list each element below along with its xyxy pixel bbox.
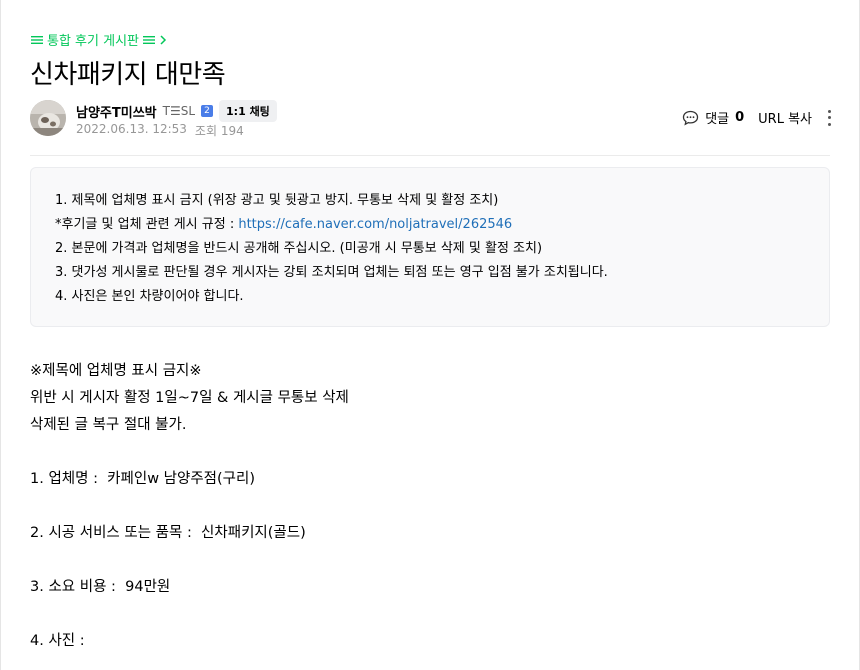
notice-line: *후기글 및 업체 관련 게시 규정 : https://cafe.naver.… xyxy=(55,213,805,237)
menu-icon xyxy=(31,35,43,44)
chat-button[interactable]: 1:1 채팅 xyxy=(219,100,277,122)
body-spacer xyxy=(30,439,349,466)
comment-button[interactable]: 댓글 0 xyxy=(682,108,744,127)
body-spacer xyxy=(30,493,349,520)
header-divider xyxy=(30,155,830,156)
comment-count: 0 xyxy=(735,110,745,125)
rules-link[interactable]: https://cafe.naver.com/noljatravel/26254… xyxy=(238,217,512,232)
view-count: 조회 194 xyxy=(194,124,244,138)
notice-line: 1. 제목에 업체명 표시 금지 (위장 광고 및 뒷광고 방지. 무통보 삭제… xyxy=(55,193,499,208)
notice-line: 4. 사진은 본인 차량이어야 합니다. xyxy=(55,289,244,304)
grade-badge: 2 xyxy=(201,105,214,117)
author-grade: T☰SL xyxy=(162,104,196,118)
body-line: 삭제된 글 복구 절대 불가. xyxy=(30,417,187,433)
body-line: 위반 시 게시자 활정 1일~7일 & 게시글 무통보 삭제 xyxy=(30,390,349,406)
body-spacer xyxy=(30,547,349,574)
comment-icon xyxy=(683,110,699,126)
body-line: 1. 업체명 : 카페인w 남양주점(구리) xyxy=(30,471,256,487)
page-title: 신차패키지 대만족 xyxy=(30,60,226,90)
avatar-image xyxy=(30,100,66,136)
comment-label: 댓글 xyxy=(705,112,730,127)
chevron-right-icon xyxy=(160,34,167,45)
body-line: 2. 시공 서비스 또는 품목 : 신차패키지(골드) xyxy=(30,525,306,541)
more-vertical-icon[interactable] xyxy=(826,109,832,126)
post-meta: 2022.06.13. 12:53 조회 194 xyxy=(76,122,244,139)
post-body: ※제목에 업체명 표시 금지※ 위반 시 게시자 활정 1일~7일 & 게시글 … xyxy=(30,358,349,655)
article-tools: 댓글 0 URL 복사 xyxy=(682,108,832,127)
body-line: 4. 사진 : xyxy=(30,633,85,649)
menu-icon xyxy=(143,35,155,44)
body-line: 3. 소요 비용 : 94만원 xyxy=(30,579,171,595)
notice-line: 3. 댓가성 게시물로 판단될 경우 게시자는 강퇴 조치되며 업체는 퇴점 또… xyxy=(55,265,608,280)
url-copy-button[interactable]: URL 복사 xyxy=(758,108,812,127)
board-link-label: 통합 후기 게시판 xyxy=(47,34,139,49)
notice-rule-label: *후기글 및 업체 관련 게시 규정 : xyxy=(55,217,239,232)
author-name[interactable]: 남양주T미쓰박 xyxy=(76,102,157,121)
avatar[interactable] xyxy=(30,100,66,136)
body-spacer xyxy=(30,601,349,628)
body-line: ※제목에 업체명 표시 금지※ xyxy=(30,363,202,379)
notice-line: 2. 본문에 가격과 업체명을 반드시 공개해 주십시오. (미공개 시 무통보… xyxy=(55,241,543,256)
author-row: 남양주T미쓰박 T☰SL 2 1:1 채팅 xyxy=(76,100,277,122)
post-date: 2022.06.13. 12:53 xyxy=(76,122,187,136)
notice-box: 1. 제목에 업체명 표시 금지 (위장 광고 및 뒷광고 방지. 무통보 삭제… xyxy=(30,167,830,327)
board-link[interactable]: 통합 후기 게시판 xyxy=(31,30,167,49)
